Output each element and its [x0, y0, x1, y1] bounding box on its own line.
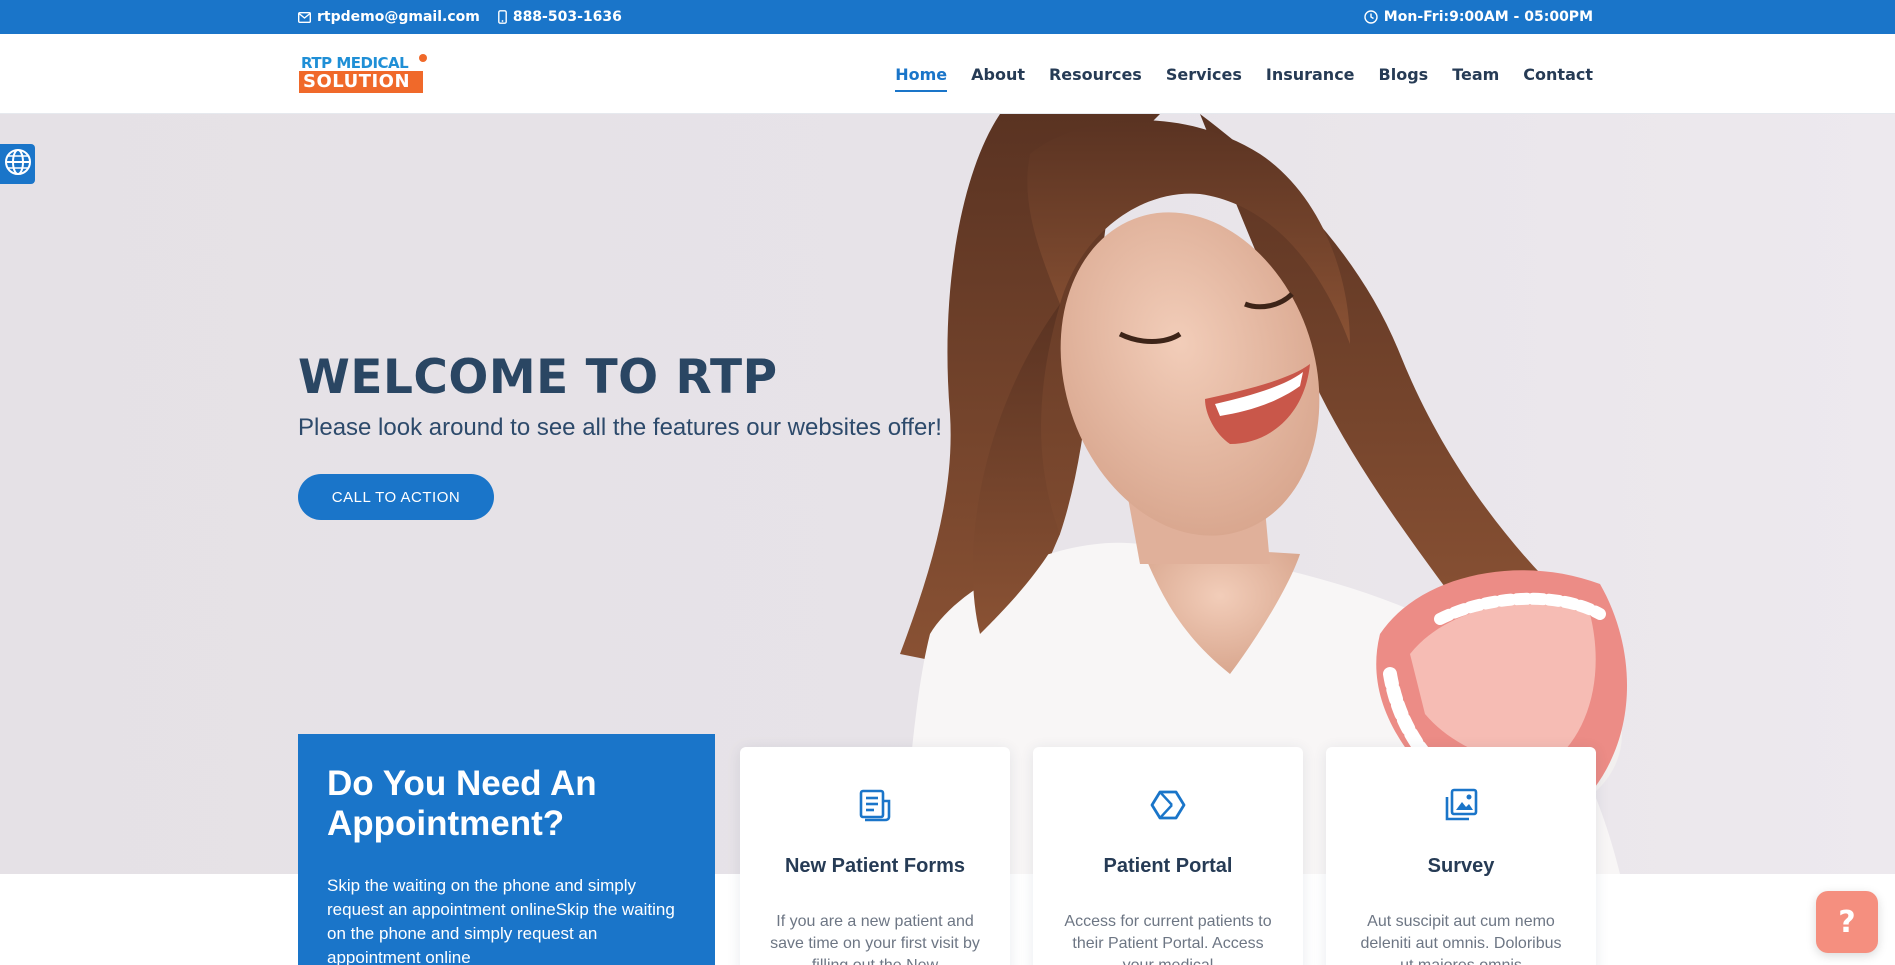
card-text: If you are a new patient and save time o… — [770, 913, 980, 965]
card-title: Survey — [1427, 855, 1495, 877]
hexagon-icon — [1033, 787, 1303, 823]
appointment-text: Skip the waiting on the phone and simply… — [327, 876, 675, 965]
card-text: Access for current patients to their Pat… — [1064, 913, 1272, 965]
nav-insurance[interactable]: Insurance — [1266, 57, 1355, 92]
phone-link[interactable]: 888-503-1636 — [497, 9, 622, 25]
clock-icon — [1364, 10, 1378, 24]
office-hours: Mon-Fri:9:00AM - 05:00PM — [1364, 0, 1593, 34]
nav-blogs[interactable]: Blogs — [1379, 57, 1429, 92]
appointment-box: Do You Need An Appointment? Skip the wai… — [298, 734, 715, 965]
nav-contact[interactable]: Contact — [1523, 57, 1593, 92]
document-form-icon — [740, 787, 1010, 823]
help-button[interactable]: ? — [1816, 891, 1878, 953]
card-title: Patient Portal — [1103, 855, 1233, 877]
appointment-title: Do You Need An Appointment? — [327, 764, 597, 843]
top-contact-bar: rtpdemo@gmail.com 888-503-1636 Mon-Fri:9… — [0, 0, 1895, 34]
envelope-icon — [298, 11, 311, 23]
card-text: Aut suscipit aut cum nemo deleniti aut o… — [1360, 913, 1562, 965]
card-patient-portal[interactable]: Patient Portal Access for current patien… — [1033, 747, 1303, 965]
nav-about[interactable]: About — [971, 57, 1025, 92]
card-new-patient-forms[interactable]: New Patient Forms If you are a new patie… — [740, 747, 1010, 965]
language-selector-tab[interactable] — [0, 144, 35, 184]
phone-text: 888-503-1636 — [512, 9, 622, 25]
logo-line-1: RTP MEDICAL — [301, 54, 409, 72]
call-to-action-button[interactable]: CALL TO ACTION — [298, 474, 494, 520]
nav-home[interactable]: Home — [895, 57, 947, 92]
nav-team[interactable]: Team — [1452, 57, 1499, 92]
tooth-icon — [419, 54, 427, 62]
contact-info: rtpdemo@gmail.com 888-503-1636 — [298, 0, 622, 34]
mobile-phone-icon — [497, 10, 507, 24]
email-link[interactable]: rtpdemo@gmail.com — [298, 9, 480, 25]
card-title: New Patient Forms — [784, 855, 966, 877]
site-logo[interactable]: RTP MEDICAL SOLUTION — [299, 54, 427, 94]
main-navigation: Home About Resources Services Insurance … — [895, 34, 1593, 114]
hero-title: WELCOME TO RTP — [298, 350, 778, 405]
nav-resources[interactable]: Resources — [1049, 57, 1142, 92]
nav-services[interactable]: Services — [1166, 57, 1242, 92]
logo-line-2: SOLUTION — [299, 71, 423, 93]
email-text: rtpdemo@gmail.com — [317, 9, 480, 25]
globe-icon — [4, 148, 32, 180]
hours-text: Mon-Fri:9:00AM - 05:00PM — [1383, 9, 1593, 25]
hero-subtitle: Please look around to see all the featur… — [298, 414, 942, 441]
site-header: RTP MEDICAL SOLUTION Home About Resource… — [0, 34, 1895, 114]
image-gallery-icon — [1326, 787, 1596, 823]
card-survey[interactable]: Survey Aut suscipit aut cum nemo delenit… — [1326, 747, 1596, 965]
